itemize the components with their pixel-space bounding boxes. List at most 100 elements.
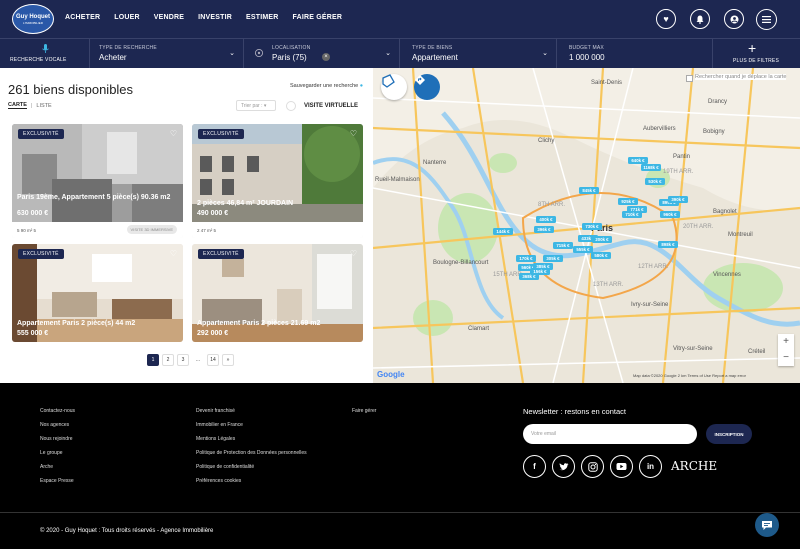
price-marker-label: 400k € (539, 217, 553, 222)
price-marker-label: 845k € (582, 188, 596, 193)
favorite-heart-icon[interactable]: ♡ (170, 249, 177, 258)
remove-location-icon[interactable]: × (322, 53, 330, 61)
map-view[interactable]: Saint-Denis Nanterre Clichy Paris Boulog… (373, 68, 800, 383)
nav-acheter[interactable]: ACHETER (65, 14, 100, 21)
map-credits: Map data ©2020 Google 2 km Terms of Use … (633, 373, 747, 378)
price-marker[interactable]: 555k € (573, 246, 593, 253)
favorite-heart-icon[interactable]: ♡ (350, 249, 357, 258)
newsletter-email-input[interactable]: Votre email (523, 424, 697, 444)
favorite-heart-icon[interactable]: ♡ (350, 129, 357, 138)
price-marker[interactable]: 640k € (628, 157, 648, 164)
price-marker[interactable]: 845k € (579, 187, 599, 194)
map-canvas[interactable]: Saint-Denis Nanterre Clichy Paris Boulog… (373, 68, 800, 383)
listing-card[interactable]: EXCLUSIVITÉ ♡ Appartement Paris 2 pièces… (192, 244, 363, 342)
map-label: Bobigny (703, 129, 725, 135)
price-marker[interactable]: 898k € (658, 241, 678, 248)
footer-link[interactable]: Faire gérer (352, 408, 376, 414)
zoom-in-button[interactable]: + (778, 334, 794, 350)
newsletter-subscribe-button[interactable]: INSCRIPTION (706, 424, 752, 444)
map-move-search-checkbox[interactable] (686, 75, 693, 82)
price-marker[interactable]: 390k € (668, 196, 688, 203)
exclusivity-badge: EXCLUSIVITÉ (18, 129, 64, 139)
youtube-icon[interactable] (610, 455, 633, 478)
price-marker[interactable]: 925k € (618, 198, 638, 205)
instagram-icon[interactable] (581, 455, 604, 478)
exclusivity-badge: EXCLUSIVITÉ (198, 129, 244, 139)
price-marker[interactable]: 715k € (553, 242, 573, 249)
price-marker[interactable]: 200k € (592, 236, 612, 243)
property-type-select[interactable]: TYPE DE BIENS Appartement ⌄ (400, 39, 557, 69)
twitter-icon[interactable] (552, 455, 575, 478)
price-marker[interactable]: 530k € (645, 178, 665, 185)
page-3[interactable]: 3 (177, 354, 189, 366)
footer-link[interactable]: Immobilier en France (196, 422, 307, 428)
virtual-visit-label: VISITE VIRTUELLE (304, 103, 359, 109)
page-2[interactable]: 2 (162, 354, 174, 366)
nav-faire-gerer[interactable]: FAIRE GÉRER (293, 14, 343, 21)
listing-card[interactable]: EXCLUSIVITÉ ♡ Appartement Paris 2 pièce(… (12, 244, 183, 342)
notifications-bell-icon[interactable] (690, 9, 710, 29)
budget-max-field[interactable]: BUDGET MAX 1 000 000 (557, 39, 713, 69)
map-label: Clamart (468, 326, 489, 332)
facebook-icon[interactable]: f (523, 455, 546, 478)
footer-link[interactable]: Espace Presse (40, 478, 75, 484)
itinerary-button[interactable] (414, 74, 440, 100)
favorite-heart-icon[interactable]: ♡ (170, 129, 177, 138)
price-marker[interactable]: 396k € (534, 226, 554, 233)
footer-link[interactable]: Contactez-nous (40, 408, 75, 414)
nav-investir[interactable]: INVESTIR (198, 14, 232, 21)
voice-search-label: RECHERCHE VOCALE (10, 57, 67, 63)
draw-area-button[interactable] (381, 74, 407, 100)
voice-search-button[interactable]: RECHERCHE VOCALE (0, 39, 90, 69)
arche-logo[interactable]: ARCHE (671, 459, 717, 473)
nav-louer[interactable]: LOUER (114, 14, 140, 21)
hamburger-menu-icon[interactable] (756, 9, 777, 30)
price-marker[interactable]: 170k € (516, 255, 536, 262)
page-1[interactable]: 1 (147, 354, 159, 366)
footer-link[interactable]: Le groupe (40, 450, 75, 456)
price-marker[interactable]: 730k € (582, 223, 602, 230)
account-user-icon[interactable] (724, 9, 744, 29)
page-14[interactable]: 14 (207, 354, 219, 366)
price-marker[interactable]: 960k € (660, 211, 680, 218)
zoom-out-button[interactable]: − (778, 350, 794, 366)
price-marker[interactable]: 305k € (543, 255, 563, 262)
listing-card[interactable]: EXCLUSIVITÉ ♡ 2 pièces 46,84 m² JOURDAIN… (192, 124, 363, 238)
footer-link[interactable]: Nous rejoindre (40, 436, 75, 442)
favorites-heart-icon[interactable]: ♥ (656, 9, 676, 29)
visit-3d-badge[interactable]: VISITE 3D IMMERSIVE (126, 225, 177, 234)
price-marker[interactable]: 1168k € (641, 164, 661, 171)
more-filters-button[interactable]: + PLUS DE FILTRES (713, 39, 800, 69)
main-menu: ACHETER LOUER VENDRE INVESTIR ESTIMER FA… (65, 14, 342, 21)
next-page[interactable]: » (222, 354, 234, 366)
tab-carte[interactable]: CARTE (8, 102, 27, 109)
price-marker-label: 730k € (585, 224, 599, 229)
footer-link[interactable]: Mentions Légales (196, 436, 307, 442)
footer-link[interactable]: Politique de Protection des Données pers… (196, 450, 307, 456)
footer-link[interactable]: Nos agences (40, 422, 75, 428)
virtual-visit-toggle[interactable] (286, 101, 296, 111)
linkedin-icon[interactable]: in (639, 455, 662, 478)
price-marker[interactable]: 580k € (591, 252, 611, 259)
price-marker[interactable]: 400k € (536, 216, 556, 223)
search-type-value: Acheter (99, 53, 127, 62)
footer-link[interactable]: Arche (40, 464, 75, 470)
search-type-select[interactable]: TYPE DE RECHERCHE Acheter ⌄ (90, 39, 244, 69)
save-search-link[interactable]: Sauvegarder une recherche ● (290, 83, 363, 89)
footer-link[interactable]: Politique de confidentialité (196, 464, 307, 470)
tab-liste[interactable]: LISTE (36, 103, 51, 109)
footer-link[interactable]: Préférences cookies (196, 478, 307, 484)
microphone-icon (42, 44, 49, 53)
listing-card[interactable]: EXCLUSIVITÉ ♡ Paris 19ème, Appartement 5… (12, 124, 183, 238)
footer-link[interactable]: Devenir franchisé (196, 408, 307, 414)
sort-select[interactable]: Trier par : ▾ (236, 100, 276, 111)
directions-icon (415, 75, 425, 85)
price-marker[interactable]: 156k € (530, 268, 550, 275)
chat-icon[interactable] (755, 513, 779, 537)
location-field[interactable]: LOCALISATION Paris (75) × ⌄ (244, 39, 400, 69)
guy-hoquet-logo[interactable]: Guy Hoquet L'IMMOBILIER (12, 4, 54, 34)
price-marker[interactable]: 144k € (493, 228, 513, 235)
nav-estimer[interactable]: ESTIMER (246, 14, 279, 21)
price-marker[interactable]: 710k € (622, 211, 642, 218)
nav-vendre[interactable]: VENDRE (154, 14, 184, 21)
